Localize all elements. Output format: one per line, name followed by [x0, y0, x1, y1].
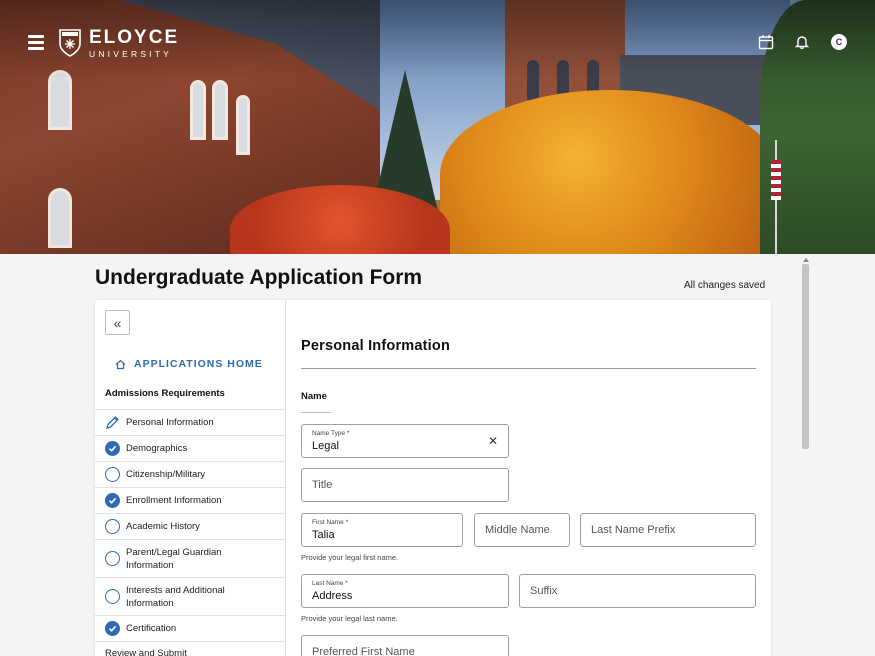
sidebar-item-label: Citizenship/Military: [126, 469, 206, 480]
sidebar-item-personal-information[interactable]: Personal Information: [95, 409, 285, 435]
field-placeholder: Last Name Prefix: [591, 524, 676, 536]
sidebar-item-label: Enrollment Information: [126, 495, 222, 506]
applications-home-link[interactable]: APPLICATIONS HOME: [115, 358, 263, 370]
last-name-prefix-field[interactable]: Last Name Prefix: [580, 513, 756, 547]
empty-circle-icon: [105, 551, 120, 566]
sidebar-item-interests[interactable]: Interests and Additional Information: [95, 577, 285, 615]
save-status: All changes saved: [684, 280, 766, 291]
hero-window: [236, 95, 250, 155]
clear-icon[interactable]: ✕: [488, 434, 498, 448]
pencil-icon: [106, 416, 119, 429]
sidebar-item-label: Review and Submit: [105, 648, 187, 656]
menu-icon[interactable]: [28, 35, 44, 50]
title-field[interactable]: Title: [301, 468, 509, 502]
group-title: Name: [301, 391, 327, 402]
brand-name: ELOYCE: [89, 27, 180, 48]
first-name-hint: Provide your legal first name.: [301, 553, 399, 562]
field-placeholder: Title: [312, 479, 333, 491]
sidebar-item-label: Academic History: [126, 521, 200, 532]
first-name-field[interactable]: First Name * Talia: [301, 513, 463, 547]
applications-home-label: APPLICATIONS HOME: [134, 358, 263, 370]
field-placeholder: Preferred First Name: [312, 646, 415, 656]
calendar-icon[interactable]: [758, 34, 774, 50]
sidebar-item-review-submit[interactable]: Review and Submit: [95, 641, 285, 656]
sidebar-item-demographics[interactable]: Demographics: [95, 435, 285, 461]
field-value: Address: [312, 590, 353, 602]
section-title: Personal Information: [301, 338, 451, 354]
field-placeholder: Middle Name: [485, 524, 550, 536]
middle-name-field[interactable]: Middle Name: [474, 513, 570, 547]
sidebar-item-label: Interests and Additional Information: [126, 584, 225, 609]
application-card: « APPLICATIONS HOME Admissions Requireme…: [95, 300, 771, 656]
group-divider: [301, 412, 331, 413]
empty-circle-icon: [105, 467, 120, 482]
name-type-select[interactable]: Name Type * Legal ✕: [301, 424, 509, 458]
empty-circle-icon: [105, 589, 120, 604]
sidebar-item-academic-history[interactable]: Academic History: [95, 513, 285, 539]
sidebar-item-parent-guardian[interactable]: Parent/Legal Guardian Information: [95, 539, 285, 577]
scroll-up-arrow-icon[interactable]: [803, 258, 809, 262]
sidebar-item-label: Parent/Legal Guardian Information: [126, 546, 222, 571]
sidebar-item-citizenship[interactable]: Citizenship/Military: [95, 461, 285, 487]
home-icon: [115, 359, 126, 369]
requirements-list: Personal Information Demographics Citize…: [95, 409, 285, 656]
field-value: Talia: [312, 529, 335, 541]
sidebar-item-label: Certification: [126, 623, 177, 634]
collapse-sidebar-button[interactable]: «: [105, 310, 130, 335]
scrollbar-thumb[interactable]: [802, 264, 809, 449]
shield-logo-icon: [59, 29, 81, 58]
hero-window: [190, 80, 206, 140]
brand-subtitle: UNIVERSITY: [89, 49, 173, 59]
check-circle-icon: [105, 441, 120, 456]
check-circle-icon: [105, 621, 120, 636]
field-label: First Name *: [312, 519, 349, 526]
field-value: Legal: [312, 440, 339, 452]
suffix-field[interactable]: Suffix: [519, 574, 756, 608]
section-divider: [301, 368, 756, 369]
preferred-first-name-field[interactable]: Preferred First Name: [301, 635, 509, 656]
hero-autumn-tree: [440, 90, 780, 254]
hero-window: [48, 188, 72, 248]
sidebar-item-label: Demographics: [126, 443, 188, 454]
requirements-sidebar: « APPLICATIONS HOME Admissions Requireme…: [95, 300, 286, 656]
hero-window: [212, 80, 228, 140]
hero-flag: [771, 160, 781, 200]
sidebar-item-certification[interactable]: Certification: [95, 615, 285, 641]
sidebar-item-enrollment[interactable]: Enrollment Information: [95, 487, 285, 513]
field-label: Name Type *: [312, 430, 350, 437]
avatar[interactable]: C: [831, 34, 847, 50]
last-name-hint: Provide your legal last name.: [301, 614, 398, 623]
empty-circle-icon: [105, 519, 120, 534]
requirements-title: Admissions Requirements: [105, 388, 225, 399]
field-label: Last Name *: [312, 580, 348, 587]
field-placeholder: Suffix: [530, 585, 558, 597]
bell-icon[interactable]: [794, 34, 810, 50]
sidebar-item-label: Personal Information: [126, 417, 214, 428]
check-circle-icon: [105, 493, 120, 508]
last-name-field[interactable]: Last Name * Address: [301, 574, 509, 608]
university-logo[interactable]: ELOYCE UNIVERSITY: [59, 28, 179, 59]
page-title: Undergraduate Application Form: [95, 266, 423, 289]
